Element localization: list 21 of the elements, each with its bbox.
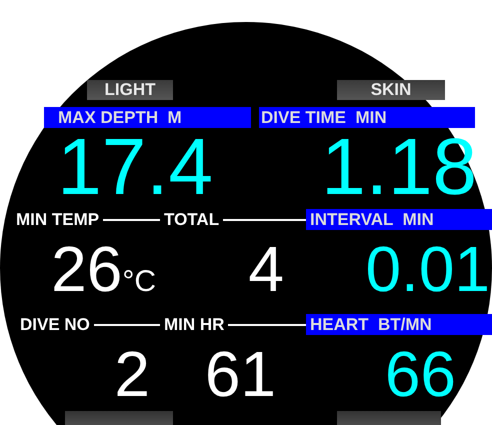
softkey-bar[interactable] bbox=[337, 411, 441, 425]
interval-value: 0.01 bbox=[365, 238, 490, 300]
stat-value: 2 bbox=[114, 343, 150, 405]
stat-label: MIN TEMP bbox=[16, 209, 100, 230]
max-depth-value: 17.4 bbox=[57, 128, 213, 206]
heart-rate-value: 66 bbox=[384, 343, 456, 405]
section-header: DIVE TIME MIN bbox=[259, 107, 475, 128]
stat-label: MIN HR bbox=[164, 314, 224, 335]
stat-value: 26 bbox=[51, 238, 122, 300]
softkey-label[interactable]: SKIN bbox=[337, 80, 445, 100]
section-header: HEART BT/MN bbox=[306, 314, 492, 335]
section-header: INTERVAL MIN bbox=[306, 209, 492, 230]
section-header: MAX DEPTH M bbox=[44, 107, 251, 128]
stat-value: 61 bbox=[204, 343, 276, 405]
dive-time-value: 1.18 bbox=[321, 128, 477, 206]
stat-label: DIVE NO bbox=[20, 314, 90, 335]
softkey-label[interactable]: LIGHT bbox=[87, 80, 173, 100]
stat-value: 4 bbox=[248, 238, 284, 300]
stat-label: TOTAL bbox=[164, 209, 220, 230]
unit-label: °C bbox=[122, 265, 156, 299]
softkey-bar[interactable] bbox=[65, 411, 173, 425]
